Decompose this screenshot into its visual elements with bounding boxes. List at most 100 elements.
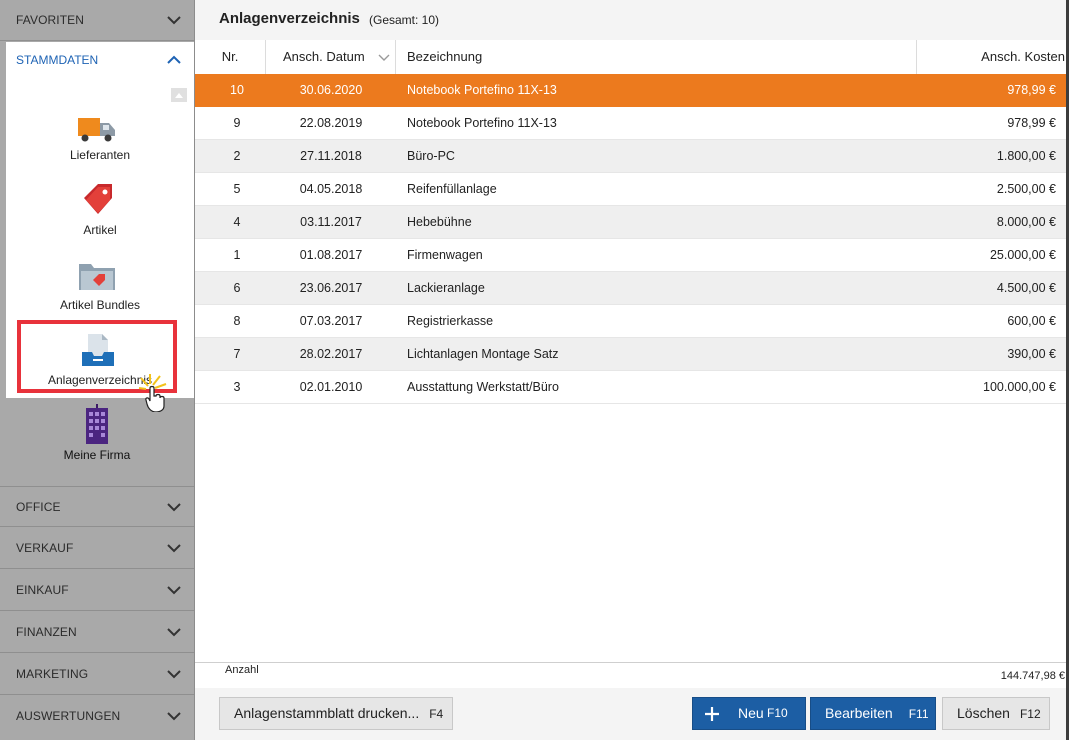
cell-bezeichnung: Lackieranlage	[407, 281, 485, 295]
button-label: Anlagenstammblatt drucken...	[234, 705, 420, 721]
column-label: Nr.	[221, 49, 239, 64]
tile-lieferanten[interactable]: Lieferanten	[6, 108, 194, 168]
sidebar: FAVORITEN STAMMDATEN Lieferanten Artikel…	[0, 0, 195, 740]
sort-descending-icon	[378, 54, 390, 61]
cell-bezeichnung: Hebebühne	[407, 215, 472, 229]
cell-kosten: 25.000,00 €	[989, 248, 1056, 262]
tile-meine-firma[interactable]: Meine Firma	[0, 402, 194, 482]
table-row[interactable]: 2 27.11.2018 Büro-PC 1.800,00 €	[195, 140, 1069, 173]
cell-bezeichnung: Notebook Portefino 11X-13	[407, 83, 557, 97]
cell-kosten: 978,99 €	[1007, 116, 1056, 130]
chevron-down-icon	[167, 503, 181, 512]
cell-kosten: 4.500,00 €	[996, 281, 1056, 295]
new-button[interactable]: Neu F10	[692, 697, 806, 730]
column-header-kosten[interactable]: Ansch. Kosten	[917, 40, 1069, 74]
cell-datum: 22.08.2019	[299, 116, 363, 130]
cell-kosten: 2.500,00 €	[996, 182, 1056, 196]
chevron-down-icon	[167, 670, 181, 679]
category-label: OFFICE	[16, 500, 61, 514]
button-label: Löschen	[957, 705, 1010, 721]
cell-datum: 30.06.2020	[299, 83, 363, 97]
column-header-bezeichnung[interactable]: Bezeichnung	[396, 40, 917, 74]
edit-button[interactable]: Bearbeiten F11	[810, 697, 936, 730]
cell-datum: 27.11.2018	[300, 149, 362, 163]
table-row[interactable]: 7 28.02.2017 Lichtanlagen Montage Satz 390,…	[195, 338, 1069, 371]
table-row[interactable]: 9 22.08.2019 Notebook Portefino 11X-13 978,…	[195, 107, 1069, 140]
table-row[interactable]: 10 30.06.2020 Notebook Portefino 11X-13 978…	[195, 74, 1069, 107]
column-label: Bezeichnung	[407, 49, 483, 64]
category-label: EINKAUF	[16, 583, 69, 597]
triangle-up-icon	[175, 93, 183, 98]
table-row[interactable]: 4 03.11.2017 Hebebühne 8.000,00 €	[195, 206, 1069, 239]
category-label: FAVORITEN	[16, 13, 85, 27]
cell-datum: 03.11.2017	[300, 215, 362, 229]
cell-kosten: 600,00 €	[1007, 314, 1056, 328]
building-icon	[86, 404, 108, 444]
chevron-up-icon	[167, 55, 181, 64]
main-content: Anlagenverzeichnis (Gesamt: 10) Nr. Ansc…	[195, 0, 1069, 740]
column-label: Ansch. Datum	[283, 49, 365, 64]
cell-datum: 04.05.2018	[299, 182, 363, 196]
page-header: Anlagenverzeichnis (Gesamt: 10)	[195, 0, 1069, 41]
column-header-nr[interactable]: Nr.	[195, 40, 266, 74]
chevron-down-icon	[167, 544, 181, 553]
tile-label: Artikel	[83, 223, 117, 237]
table-row[interactable]: 1 01.08.2017 Firmenwagen 25.000,00 €	[195, 239, 1069, 272]
table-row[interactable]: 5 04.05.2018 Reifenfüllanlage 2.500,00 €	[195, 173, 1069, 206]
sidebar-category-stammdaten[interactable]: STAMMDATEN	[6, 42, 194, 78]
sidebar-category-einkauf[interactable]: EINKAUF	[0, 570, 194, 611]
cell-kosten: 1.800,00 €	[996, 149, 1056, 163]
category-label: STAMMDATEN	[16, 53, 99, 67]
table-header: Nr. Ansch. Datum Bezeichnung Ansch. Kost…	[195, 40, 1069, 75]
category-label: FINANZEN	[16, 625, 77, 639]
folder-tag-icon	[79, 264, 115, 290]
anzahl-label: Anzahl	[225, 664, 259, 676]
button-label: Bearbeiten	[825, 705, 893, 721]
cell-kosten: 100.000,00 €	[983, 380, 1056, 394]
cell-datum: 01.08.2017	[299, 248, 363, 262]
summary-row: Anzahl 144.747,98 €	[195, 662, 1069, 689]
tile-artikel[interactable]: Artikel	[6, 180, 194, 242]
delete-button[interactable]: Löschen F12	[942, 697, 1050, 730]
record-count: (Gesamt: 10)	[369, 13, 440, 27]
table-row[interactable]: 3 02.01.2010 Ausstattung Werkstatt/Büro 100…	[195, 371, 1069, 404]
cell-bezeichnung: Firmenwagen	[407, 248, 483, 262]
chevron-down-icon	[167, 586, 181, 595]
sidebar-category-verkauf[interactable]: VERKAUF	[0, 528, 194, 569]
sidebar-category-marketing[interactable]: MARKETING	[0, 654, 194, 695]
cell-kosten: 390,00 €	[1007, 347, 1056, 361]
cell-bezeichnung: Registrierkasse	[407, 314, 494, 328]
sidebar-category-auswertungen[interactable]: AUSWERTUNGEN	[0, 696, 194, 740]
column-header-datum[interactable]: Ansch. Datum	[266, 40, 396, 74]
scroll-up-button[interactable]	[171, 88, 187, 102]
cell-datum: 02.01.2010	[299, 380, 363, 394]
shortcut-key: F4	[429, 707, 444, 721]
cell-bezeichnung: Lichtanlagen Montage Satz	[407, 347, 559, 361]
cell-datum: 28.02.2017	[299, 347, 363, 361]
chevron-down-icon	[167, 712, 181, 721]
cell-bezeichnung: Reifenfüllanlage	[407, 182, 497, 196]
chevron-down-icon	[167, 628, 181, 637]
shortcut-key: F12	[1019, 707, 1041, 721]
category-label: VERKAUF	[16, 541, 74, 555]
category-label: MARKETING	[16, 667, 89, 681]
print-asset-sheet-button[interactable]: Anlagenstammblatt drucken... F4	[219, 697, 453, 730]
cell-bezeichnung: Büro-PC	[407, 149, 455, 163]
cell-kosten: 8.000,00 €	[996, 215, 1056, 229]
cell-datum: 23.06.2017	[299, 281, 363, 295]
cell-datum: 07.03.2017	[299, 314, 363, 328]
tile-artikel-bundles[interactable]: Artikel Bundles	[6, 256, 194, 318]
table-row[interactable]: 6 23.06.2017 Lackieranlage 4.500,00 €	[195, 272, 1069, 305]
sidebar-category-office[interactable]: OFFICE	[0, 486, 194, 527]
cell-bezeichnung: Notebook Portefino 11X-13	[407, 116, 557, 130]
action-toolbar: Anlagenstammblatt drucken... F4 Neu F10 B…	[195, 688, 1069, 740]
cell-bezeichnung: Ausstattung Werkstatt/Büro	[407, 380, 559, 394]
sidebar-category-finanzen[interactable]: FINANZEN	[0, 612, 194, 653]
page-title: Anlagenverzeichnis	[219, 10, 360, 27]
button-label: Neu	[738, 705, 764, 721]
tile-label: Artikel Bundles	[59, 298, 141, 312]
table-row[interactable]: 8 07.03.2017 Registrierkasse 600,00 €	[195, 305, 1069, 338]
truck-icon	[78, 118, 115, 142]
category-label: AUSWERTUNGEN	[16, 709, 121, 723]
sidebar-category-favoriten[interactable]: FAVORITEN	[0, 0, 194, 41]
